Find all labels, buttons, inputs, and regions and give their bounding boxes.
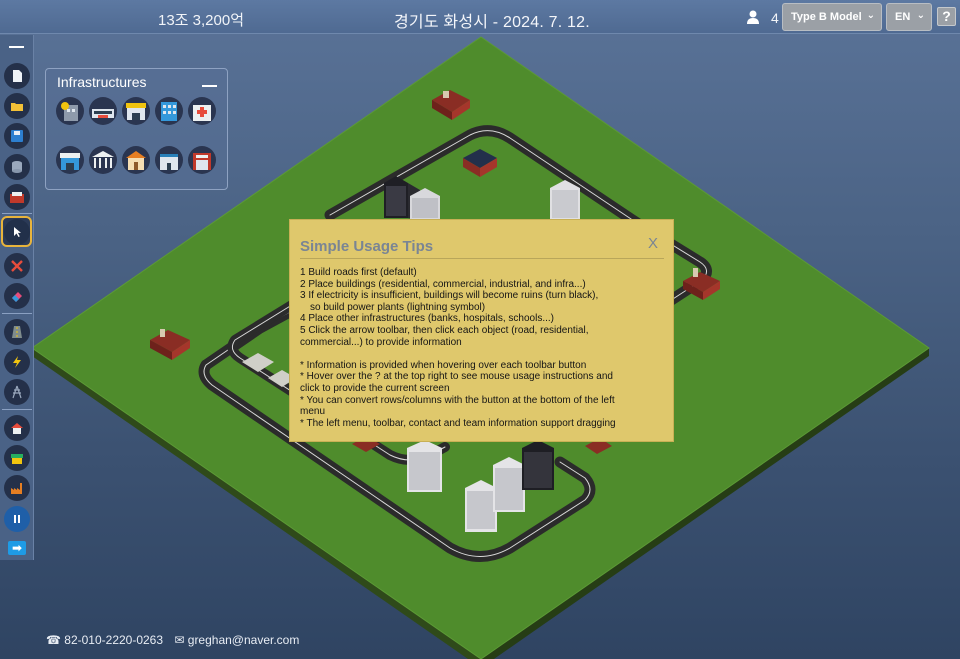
fire-station-icon[interactable] bbox=[188, 146, 216, 174]
eraser-icon[interactable] bbox=[4, 283, 30, 309]
infrastructures-panel[interactable]: Infrastructures bbox=[45, 68, 228, 190]
power-tower-icon[interactable] bbox=[4, 379, 30, 405]
close-icon[interactable]: X bbox=[648, 235, 658, 252]
industrial-icon[interactable] bbox=[4, 475, 30, 501]
left-toolbar[interactable]: ➡ bbox=[0, 35, 34, 560]
mall-icon[interactable] bbox=[56, 146, 84, 174]
tip-spacer bbox=[300, 348, 668, 360]
help-button[interactable]: ? bbox=[937, 7, 956, 26]
tips-body: 1 Build roads first (default) 2 Place bu… bbox=[300, 267, 668, 429]
road-icon[interactable] bbox=[4, 319, 30, 345]
tip-line: 4 Place other infrastructures (banks, ho… bbox=[300, 313, 555, 325]
email-contact: ✉ greghan@naver.com bbox=[174, 633, 300, 647]
tip-line: 2 Place buildings (residential, commerci… bbox=[300, 278, 586, 290]
building-tower-right[interactable] bbox=[550, 180, 580, 220]
money-display: 13조 3,200억 bbox=[158, 12, 244, 29]
tip-line: * Information is provided when hovering … bbox=[300, 359, 587, 371]
tip-line: menu bbox=[300, 406, 326, 418]
tip-line: * The left menu, toolbar, contact and te… bbox=[300, 417, 616, 429]
top-bar: 13조 3,200억 경기도 화성시 - 2024. 7. 12. 4 Type… bbox=[0, 0, 960, 34]
pause-icon[interactable] bbox=[4, 506, 30, 532]
chevron-down-icon: ⌄ bbox=[916, 10, 925, 21]
database-icon[interactable] bbox=[4, 154, 30, 180]
tip-line: commercial...) to provide information bbox=[300, 336, 462, 348]
tip-line: 1 Build roads first (default) bbox=[300, 267, 417, 278]
infrastructures-title: Infrastructures bbox=[57, 74, 147, 90]
model-select[interactable]: Type B Model ⌄ bbox=[782, 3, 882, 31]
chevron-down-icon: ⌄ bbox=[866, 10, 875, 21]
next-arrow-icon[interactable]: ➡ bbox=[8, 541, 26, 555]
tips-title: Simple Usage Tips bbox=[300, 238, 434, 255]
bus-terminal-icon[interactable] bbox=[89, 97, 117, 125]
pointer-icon[interactable] bbox=[4, 219, 30, 245]
phone-contact: ☎ 82-010-2220-0263 bbox=[46, 633, 164, 647]
tip-line: so build power plants (lightning symbol) bbox=[310, 301, 486, 313]
building-info-icon[interactable] bbox=[4, 184, 30, 210]
toolbar-divider bbox=[2, 213, 32, 214]
save-icon[interactable] bbox=[4, 123, 30, 149]
tip-line: 3 If electricity is insufficient, buildi… bbox=[300, 290, 599, 302]
hospital-icon[interactable] bbox=[188, 97, 216, 125]
commercial-icon[interactable] bbox=[4, 445, 30, 471]
panel-minimize-button[interactable] bbox=[202, 85, 217, 87]
police-icon[interactable] bbox=[155, 146, 183, 174]
tip-line: 5 Click the arrow toolbar, then click ea… bbox=[300, 324, 589, 336]
tips-divider bbox=[300, 258, 664, 259]
language-select-value: EN bbox=[895, 11, 911, 23]
office-icon[interactable] bbox=[155, 97, 183, 125]
usage-tips-dialog[interactable]: Simple Usage Tips X 1 Build roads first … bbox=[289, 219, 674, 442]
open-folder-icon[interactable] bbox=[4, 93, 30, 119]
toolbar-divider bbox=[2, 409, 32, 410]
city-date-title: 경기도 화성시 - 2024. 7. 12. bbox=[394, 14, 590, 31]
model-select-value: Type B Model bbox=[791, 11, 862, 23]
user-count: 4 bbox=[771, 10, 779, 26]
language-select[interactable]: EN ⌄ bbox=[886, 3, 932, 31]
power-plant-icon[interactable] bbox=[4, 349, 30, 375]
museum-icon[interactable] bbox=[89, 146, 117, 174]
user-icon bbox=[747, 10, 759, 24]
delete-icon[interactable] bbox=[4, 253, 30, 279]
tip-line: click to provide the current screen bbox=[300, 382, 450, 394]
residential-icon[interactable] bbox=[4, 415, 30, 441]
tip-line: * You can convert rows/columns with the … bbox=[300, 394, 615, 406]
new-file-icon[interactable] bbox=[4, 63, 30, 89]
contact-info[interactable]: ☎ 82-010-2220-0263 ✉ greghan@naver.com bbox=[46, 633, 307, 647]
toolbar-collapse-button[interactable] bbox=[9, 46, 24, 48]
cinema-icon[interactable] bbox=[122, 97, 150, 125]
bank-icon[interactable] bbox=[56, 97, 84, 125]
school-icon[interactable] bbox=[122, 146, 150, 174]
toolbar-divider bbox=[2, 313, 32, 314]
tip-line: * Hover over the ? at the top right to s… bbox=[300, 371, 613, 383]
